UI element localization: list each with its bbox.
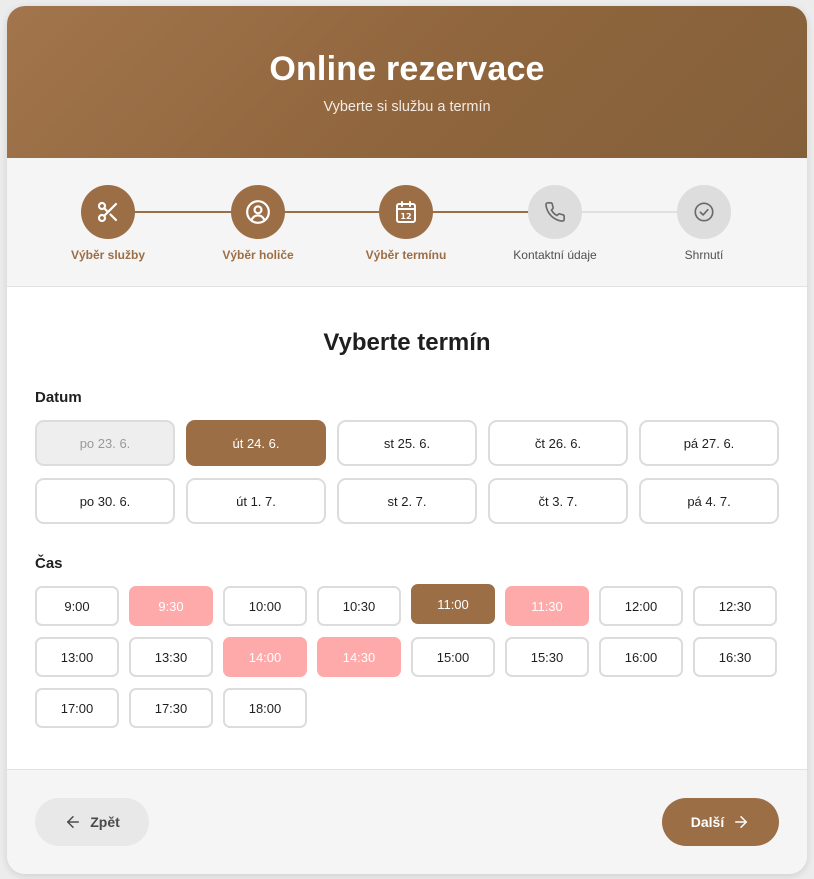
page-subtitle: Vyberte si službu a termín	[323, 99, 491, 115]
time-slot[interactable]: 15:00	[411, 637, 495, 677]
date-option[interactable]: út 1. 7.	[186, 478, 326, 524]
step-date[interactable]: 12 Výběr termínu	[331, 185, 481, 262]
next-button[interactable]: Další	[662, 798, 779, 846]
step-label: Výběr služby	[70, 248, 146, 262]
date-label: Datum	[35, 389, 82, 406]
time-label: Čas	[35, 555, 63, 572]
calendar-icon: 12	[394, 200, 418, 224]
arrow-left-icon	[64, 813, 82, 831]
time-slot[interactable]: 17:30	[129, 688, 213, 728]
page-title: Online rezervace	[269, 50, 545, 88]
date-option[interactable]: pá 4. 7.	[639, 478, 779, 524]
phone-icon	[544, 201, 566, 223]
time-slot[interactable]: 13:00	[35, 637, 119, 677]
calendar-day-number: 12	[400, 212, 411, 221]
next-button-label: Další	[690, 814, 725, 830]
back-button-label: Zpět	[90, 814, 120, 830]
date-grid: po 23. 6. út 24. 6. st 25. 6. čt 26. 6. pá 2…	[35, 420, 779, 524]
date-option[interactable]: st 2. 7.	[337, 478, 477, 524]
time-slot: 14:30	[317, 637, 401, 677]
footer-nav: Zpět Další	[7, 770, 807, 874]
section-title: Vyberte termín	[323, 329, 491, 356]
time-slot[interactable]: 9:00	[35, 586, 119, 626]
step-label: Výběr holiče	[222, 248, 294, 262]
step-circle	[231, 185, 285, 239]
scissors-icon	[96, 200, 120, 224]
date-option: po 23. 6.	[35, 420, 175, 466]
back-button[interactable]: Zpět	[35, 798, 149, 846]
header-banner: Online rezervace Vyberte si službu a ter…	[7, 6, 807, 158]
time-slot[interactable]: 11:00	[411, 584, 495, 624]
step-label: Výběr termínu	[365, 248, 447, 262]
check-circle-icon	[693, 201, 715, 223]
time-slot[interactable]: 18:00	[223, 688, 307, 728]
time-slot[interactable]: 13:30	[129, 637, 213, 677]
date-option[interactable]: čt 3. 7.	[488, 478, 628, 524]
time-slot: 9:30	[129, 586, 213, 626]
step-circle: 12	[379, 185, 433, 239]
date-option[interactable]: st 25. 6.	[337, 420, 477, 466]
time-slot[interactable]: 12:00	[599, 586, 683, 626]
time-slot[interactable]: 12:30	[693, 586, 777, 626]
date-option[interactable]: po 30. 6.	[35, 478, 175, 524]
date-option[interactable]: út 24. 6.	[186, 420, 326, 466]
booking-card: Online rezervace Vyberte si službu a ter…	[7, 6, 807, 874]
date-time-selection: Vyberte termín Datum po 23. 6. út 24. 6. s…	[7, 287, 807, 770]
date-option[interactable]: pá 27. 6.	[639, 420, 779, 466]
step-service[interactable]: Výběr služby	[33, 185, 183, 262]
arrow-right-icon	[732, 813, 750, 831]
progress-stepper: Výběr služby Výběr holiče 12 Výběr termí…	[7, 158, 807, 287]
step-label: Kontaktní údaje	[513, 248, 597, 262]
time-grid: 9:00 9:30 10:00 10:30 11:00 11:30 12:00 12:30 13…	[35, 584, 777, 728]
time-slot: 14:00	[223, 637, 307, 677]
step-circle	[677, 185, 731, 239]
time-slot[interactable]: 15:30	[505, 637, 589, 677]
step-label: Shrnutí	[684, 248, 724, 262]
time-slot: 11:30	[505, 586, 589, 626]
time-slot[interactable]: 10:00	[223, 586, 307, 626]
time-slot[interactable]: 17:00	[35, 688, 119, 728]
barber-icon	[245, 199, 271, 225]
time-slot[interactable]: 16:00	[599, 637, 683, 677]
date-option[interactable]: čt 26. 6.	[488, 420, 628, 466]
step-circle	[81, 185, 135, 239]
step-circle	[528, 185, 582, 239]
step-barber[interactable]: Výběr holiče	[183, 185, 333, 262]
step-summary[interactable]: Shrnutí	[629, 185, 779, 262]
step-contact[interactable]: Kontaktní údaje	[480, 185, 630, 262]
time-slot[interactable]: 10:30	[317, 586, 401, 626]
time-slot[interactable]: 16:30	[693, 637, 777, 677]
